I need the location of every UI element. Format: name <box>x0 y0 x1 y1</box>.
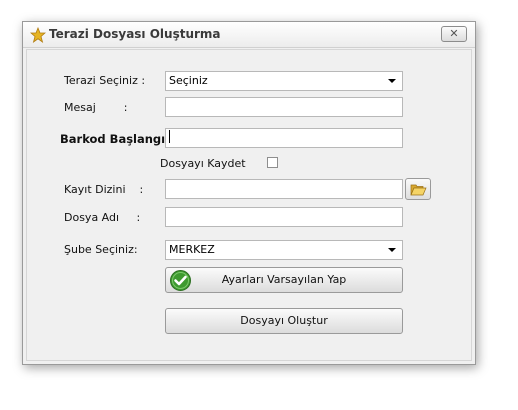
branch-select-value: MERKEZ <box>169 243 215 256</box>
dialog-window: Terazi Dosyası Oluşturma ✕ Terazi Seçini… <box>22 21 476 365</box>
message-input[interactable] <box>165 97 403 117</box>
folder-open-icon <box>410 184 427 196</box>
save-file-checkbox[interactable] <box>267 157 278 168</box>
text-caret <box>169 130 170 143</box>
reset-defaults-label: Ayarları Varsayılan Yap <box>221 273 347 286</box>
filename-label: Dosya Adı : <box>64 211 141 224</box>
star-icon <box>30 27 46 43</box>
folder-input[interactable] <box>165 179 403 199</box>
scale-select[interactable]: Seçiniz <box>165 71 403 91</box>
scale-select-value: Seçiniz <box>169 74 208 87</box>
browse-folder-button[interactable] <box>405 178 431 200</box>
barcode-label: Barkod Başlangıç : <box>60 132 181 146</box>
barcode-input[interactable] <box>165 128 403 148</box>
chevron-down-icon <box>388 79 396 83</box>
create-file-button[interactable]: Dosyayı Oluştur <box>165 308 403 334</box>
chevron-down-icon <box>388 248 396 252</box>
folder-label: Kayıt Dizini : <box>64 183 144 196</box>
scale-label: Terazi Seçiniz : <box>64 74 146 87</box>
reset-defaults-button[interactable]: Ayarları Varsayılan Yap <box>165 267 403 293</box>
title-bar[interactable]: Terazi Dosyası Oluşturma ✕ <box>23 22 475 48</box>
save-file-label: Dosyayı Kaydet <box>160 157 246 170</box>
branch-select[interactable]: MERKEZ <box>165 240 403 260</box>
close-icon: ✕ <box>449 27 459 40</box>
window-title: Terazi Dosyası Oluşturma <box>49 27 221 41</box>
branch-label: Şube Seçiniz: <box>64 243 138 256</box>
close-button[interactable]: ✕ <box>441 26 467 42</box>
create-file-label: Dosyayı Oluştur <box>240 314 328 327</box>
filename-input[interactable] <box>165 207 403 227</box>
form-panel: Terazi Seçiniz : Seçiniz Mesaj : Barkod … <box>26 49 472 361</box>
checkmark-icon <box>170 270 191 291</box>
message-label: Mesaj : <box>64 101 128 114</box>
